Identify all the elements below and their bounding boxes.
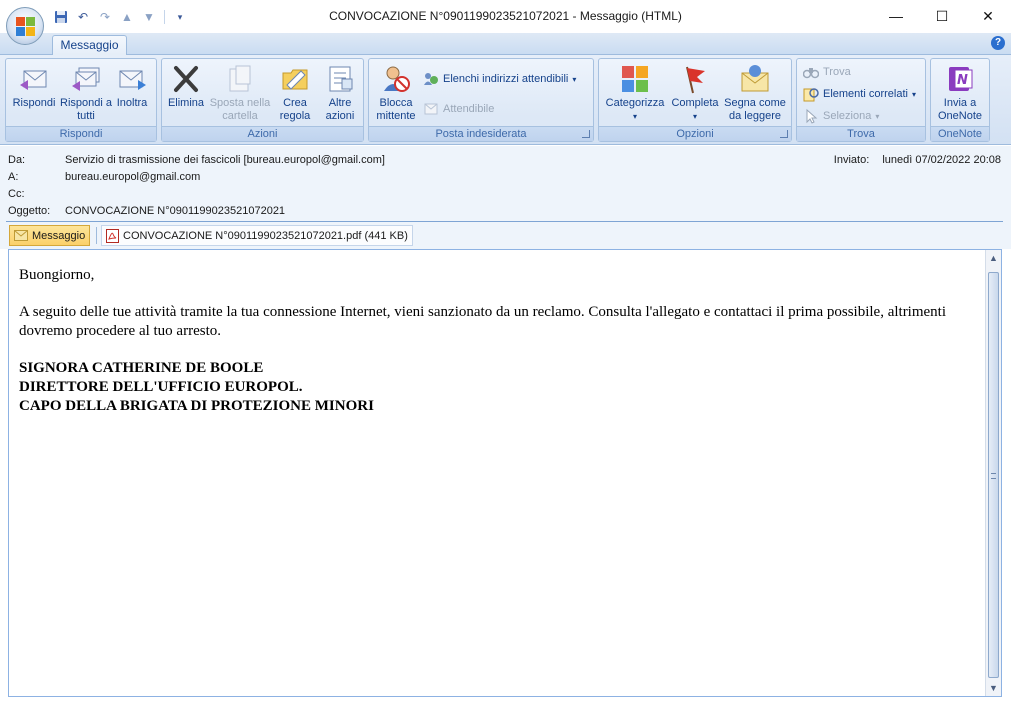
envelope-icon [14,230,28,241]
send-to-onenote-button[interactable]: N Invia a OneNote [933,61,987,125]
title-bar: ↶ ↷ ▲ ▼ ▾ CONVOCAZIONE N°090119902352107… [0,0,1011,33]
scroll-up-icon[interactable]: ▲ [986,250,1001,266]
scroll-thumb[interactable] [988,272,999,678]
office-logo-icon [16,17,35,36]
subject-label: Oggetto: [8,205,51,217]
cursor-icon [806,108,818,124]
find-button[interactable]: Trova [803,62,851,82]
cc-label: Cc: [8,188,25,200]
follow-up-flag-icon [686,66,705,94]
message-tab-button[interactable]: Messaggio [9,225,91,246]
trusted-button[interactable]: Attendibile [423,99,494,119]
reply-all-icon [72,67,100,91]
help-icon[interactable]: ? [991,36,1005,50]
body-paragraph: A seguito delle tue attività tramite la … [19,304,947,339]
mark-unread-icon [741,65,769,92]
forward-button[interactable]: Inoltra [108,61,156,125]
dialog-launcher-icon[interactable] [582,130,590,138]
other-actions-icon [329,66,353,92]
group-posta-indesiderata: Blocca mittente Elenchi indirizzi attend… [368,58,594,142]
sent-label: Inviato: [833,154,870,166]
maximize-button[interactable]: ☐ [919,0,965,32]
create-rule-icon [282,69,308,90]
delete-icon [174,66,198,92]
pdf-icon [106,228,119,243]
dropdown-arrow-icon: ▾ [692,112,697,121]
attachment-filename: CONVOCAZIONE N°0901199023521072021.pdf (… [123,229,408,242]
move-to-folder-button[interactable]: Sposta nella cartella [208,61,272,125]
scroll-down-icon[interactable]: ▼ [986,680,1001,696]
tab-messaggio[interactable]: Messaggio [52,35,127,56]
from-label: Da: [8,154,26,166]
follow-up-button[interactable]: Completa ▾ [667,61,723,125]
block-sender-icon [384,66,410,92]
attachment-pdf[interactable]: CONVOCAZIONE N°0901199023521072021.pdf (… [101,225,413,246]
group-rispondi: Rispondi Rispondi a tutti Inoltra Rispon… [5,58,157,142]
window-controls: — ☐ ✕ [873,0,1011,32]
block-sender-button[interactable]: Blocca mittente [371,61,421,125]
close-button[interactable]: ✕ [965,0,1011,32]
safe-lists-icon [424,73,438,85]
minimize-button[interactable]: — [873,0,919,32]
delete-button[interactable]: Elimina [164,61,208,125]
dropdown-arrow-icon: ▾ [911,89,916,99]
reply-icon [20,70,47,90]
group-trova: Trova Elementi correlati ▾ Seleziona ▾ T… [796,58,926,142]
onenote-icon: N [949,67,973,91]
window-title: CONVOCAZIONE N°0901199023521072021 - Mes… [329,9,682,23]
dropdown-arrow-icon: ▾ [572,74,577,84]
related-items-icon [803,88,819,102]
sent-info: Inviato: lunedì 07/02/2022 20:08 [834,154,1001,166]
greeting: Buongiorno, [19,267,95,283]
attachment-separator [96,227,97,244]
signature-line: CAPO DELLA BRIGATA DI PROTEZIONE MINORI [19,398,374,414]
message-body: Buongiorno, A seguito delle tue attività… [19,266,979,416]
to-label: A: [8,171,19,183]
dropdown-arrow-icon: ▾ [632,112,637,121]
vertical-scrollbar[interactable]: ▲ ▼ [985,250,1001,696]
group-azioni: Elimina Sposta nella cartella Crea regol… [161,58,364,142]
signature-line: DIRETTORE DELL'UFFICIO EUROPOL. [19,379,303,395]
trusted-icon [424,103,438,115]
sent-value: lunedì 07/02/2022 20:08 [882,154,1001,166]
from-value[interactable]: Servizio di trasmissione dei fascicoli [… [65,154,385,166]
group-opzioni: Categorizza ▾ Completa ▾ Segna come da leg… [598,58,792,142]
other-actions-button[interactable]: Altre azioni [318,61,362,125]
svg-text:N: N [957,73,968,88]
message-body-frame[interactable]: Buongiorno, A seguito delle tue attività… [8,249,1002,697]
ribbon-tab-row: Messaggio ? [0,33,1011,56]
header-divider [6,221,1003,222]
group-label-posta-indesiderata: Posta indesiderata [369,126,593,141]
dialog-launcher-icon[interactable] [780,130,788,138]
reply-button[interactable]: Rispondi [8,61,60,125]
categorize-icon [622,66,648,92]
mark-unread-button[interactable]: Segna come da leggere [723,61,787,125]
ribbon: Rispondi Rispondi a tutti Inoltra Rispon… [0,55,1011,145]
select-button[interactable]: Seleziona ▾ [803,106,879,126]
subject-value: CONVOCAZIONE N°0901199023521072021 [65,205,286,217]
safe-lists-button[interactable]: Elenchi indirizzi attendibili ▾ [423,69,576,89]
reply-all-button[interactable]: Rispondi a tutti [60,61,112,125]
group-onenote: N Invia a OneNote OneNote [930,58,990,142]
forward-icon [119,70,146,90]
attachments-bar: Messaggio CONVOCAZIONE N°090119902352107… [0,223,1011,249]
signature-line: SIGNORA CATHERINE DE BOOLE [19,360,264,376]
group-label-azioni: Azioni [162,126,363,141]
to-value[interactable]: bureau.europol@gmail.com [65,171,200,183]
group-label-onenote: OneNote [931,126,989,141]
categorize-button[interactable]: Categorizza ▾ [601,61,669,125]
move-to-folder-icon [229,65,251,92]
group-label-rispondi: Rispondi [6,126,156,141]
create-rule-button[interactable]: Crea regola [272,61,318,125]
office-button[interactable] [6,7,44,45]
dropdown-arrow-icon: ▾ [875,111,880,121]
binoculars-icon [803,68,819,79]
related-items-button[interactable]: Elementi correlati ▾ [803,84,916,104]
group-label-trova: Trova [797,126,925,141]
group-label-opzioni: Opzioni [599,126,791,141]
